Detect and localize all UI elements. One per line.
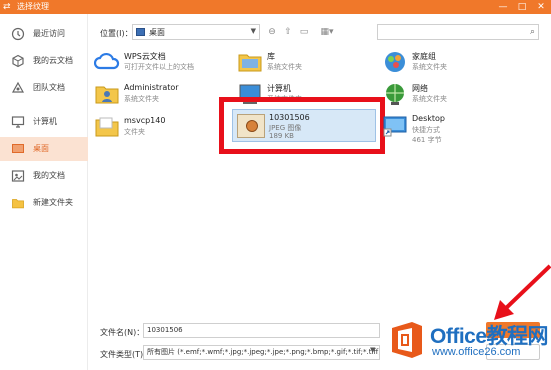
- sidebar-item-label: 我的云文档: [33, 56, 73, 65]
- network-icon: [386, 84, 404, 105]
- location-dropdown[interactable]: 桌面 ▼: [132, 24, 260, 40]
- file-name: 计算机: [267, 84, 291, 93]
- sidebar-item-team-docs[interactable]: 团队文档: [0, 76, 88, 100]
- filename-field[interactable]: 10301506: [143, 323, 380, 338]
- window-title: 选择纹理: [17, 2, 49, 11]
- file-type: 系统文件夹: [412, 63, 447, 71]
- homegroup-icon: [385, 52, 405, 72]
- file-chooser-dialog: ⇄ 选择纹理 — □ ✕ 最近访问 我的云文档 团队文档 计算机 桌面 我的文档: [0, 0, 551, 370]
- cloud-doc-icon: [12, 54, 24, 68]
- folder-icon: [12, 199, 24, 209]
- team-icon: [11, 81, 25, 93]
- office-logo-icon: [392, 322, 422, 358]
- up-folder-button[interactable]: ⇧: [282, 26, 294, 38]
- search-icon: ⌕: [529, 27, 535, 37]
- file-name: 家庭组: [412, 52, 436, 61]
- file-type: 可打开文件以上的文档: [124, 63, 194, 71]
- file-item-network[interactable]: 网络 系统文件夹: [382, 81, 512, 115]
- sidebar-item-label: 最近访问: [33, 29, 65, 38]
- sidebar-item-desktop[interactable]: 桌面: [0, 137, 88, 161]
- close-button[interactable]: ✕: [532, 0, 550, 14]
- file-name: msvcp140: [124, 116, 166, 125]
- annotation-arrow: [494, 264, 551, 320]
- chevron-down-icon: ▼: [370, 346, 376, 354]
- highlight-box: [219, 97, 385, 154]
- folder-icon: [95, 117, 119, 137]
- library-icon: [238, 54, 262, 72]
- file-type: 系统文件夹: [124, 95, 159, 103]
- desktop-icon: [12, 144, 24, 153]
- maximize-button[interactable]: □: [513, 0, 531, 14]
- location-value: 桌面: [149, 28, 165, 37]
- documents-icon: [11, 170, 25, 182]
- back-button[interactable]: ⊖: [266, 26, 278, 38]
- sidebar-item-label: 桌面: [33, 144, 49, 153]
- sidebar-item-new-folder[interactable]: 新建文件夹: [0, 191, 88, 215]
- file-size: 461 字节: [412, 136, 442, 144]
- sidebar-item-my-documents[interactable]: 我的文档: [0, 164, 88, 188]
- sidebar-item-label: 我的文档: [33, 171, 65, 180]
- file-type: 文件夹: [124, 128, 145, 136]
- file-name: 网络: [412, 84, 428, 93]
- file-name: Administrator: [124, 83, 179, 92]
- user-folder-icon: [95, 86, 119, 104]
- sidebar-item-recent[interactable]: 最近访问: [0, 22, 88, 46]
- wps-icon: ⇄: [3, 2, 11, 12]
- filename-label: 文件名(N)：: [100, 328, 145, 337]
- watermark-site: www.office26.com: [432, 346, 521, 358]
- title-bar: ⇄ 选择纹理 — □ ✕: [0, 0, 551, 14]
- minimize-button[interactable]: —: [494, 0, 512, 14]
- location-label: 位置(I)：: [100, 29, 133, 38]
- search-input[interactable]: [382, 25, 522, 39]
- file-name: WPS云文档: [124, 52, 166, 61]
- computer-icon: [11, 116, 25, 128]
- file-item-homegroup[interactable]: 家庭组 系统文件夹: [382, 49, 512, 83]
- file-name: 库: [267, 52, 275, 61]
- sidebar-item-label: 计算机: [33, 117, 57, 126]
- cloud-icon: [94, 52, 120, 70]
- file-item-administrator[interactable]: Administrator 系统文件夹: [94, 81, 224, 115]
- file-item-desktop-shortcut[interactable]: Desktop 快捷方式 461 字节: [382, 112, 512, 146]
- search-box[interactable]: ⌕: [377, 24, 539, 40]
- new-folder-button[interactable]: ▭: [298, 26, 310, 38]
- chevron-down-icon: ▼: [250, 27, 256, 35]
- file-name: Desktop: [412, 114, 445, 123]
- file-type: 系统文件夹: [267, 63, 302, 71]
- sidebar-item-computer[interactable]: 计算机: [0, 110, 88, 134]
- sidebar-item-cloud-docs[interactable]: 我的云文档: [0, 49, 88, 73]
- sidebar: 最近访问 我的云文档 团队文档 计算机 桌面 我的文档 新建文件夹: [0, 14, 88, 370]
- desktop-icon: [136, 28, 145, 36]
- clock-icon: [11, 27, 25, 41]
- shortcut-icon: [383, 116, 407, 137]
- file-item-wps-cloud[interactable]: WPS云文档 可打开文件以上的文档: [94, 49, 224, 83]
- file-item-library[interactable]: 库 系统文件夹: [237, 49, 367, 83]
- file-type: 系统文件夹: [412, 95, 447, 103]
- file-item-msvcp140[interactable]: msvcp140 文件夹: [94, 114, 214, 148]
- file-type: 快捷方式: [412, 126, 440, 134]
- filetype-select[interactable]: 所有图片 (*.emf;*.wmf;*.jpg;*.jpeg;*.jpe;*.p…: [143, 345, 380, 360]
- view-mode-button[interactable]: ▦▾: [318, 26, 336, 38]
- watermark: Office教程网 www.office26.com: [386, 316, 551, 370]
- sidebar-item-label: 新建文件夹: [33, 198, 73, 207]
- sidebar-item-label: 团队文档: [33, 83, 65, 92]
